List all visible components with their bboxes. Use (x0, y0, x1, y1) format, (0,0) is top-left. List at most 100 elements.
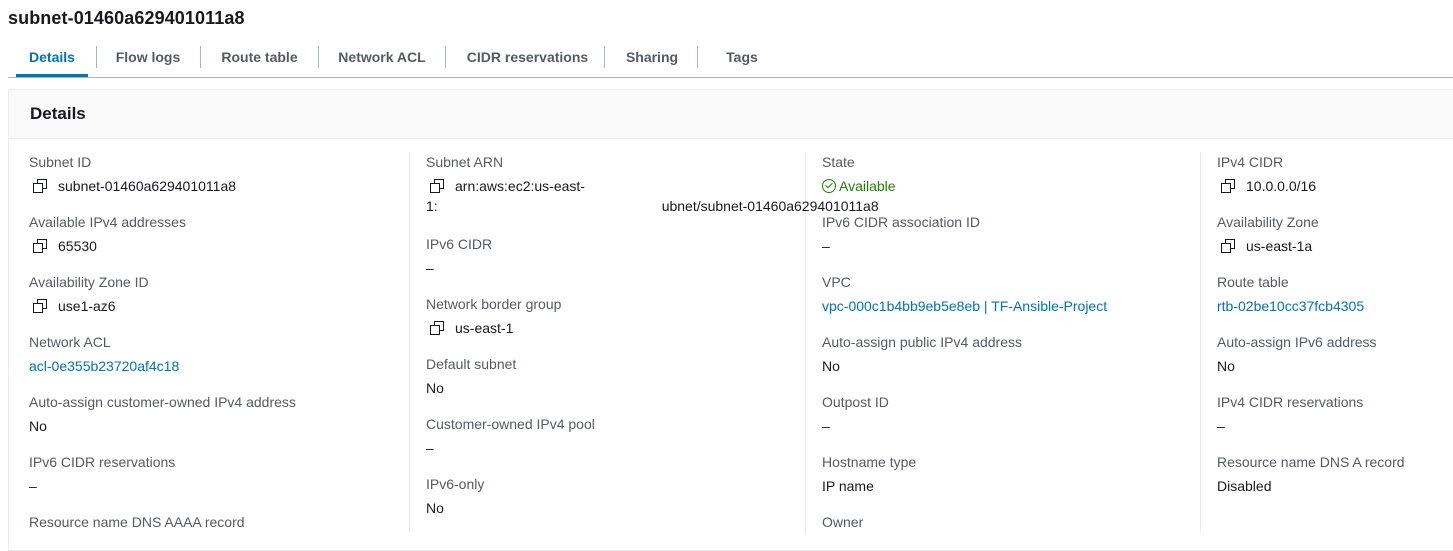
field-outpost-id: Outpost ID – (822, 394, 1202, 436)
field-label: Outpost ID (822, 394, 889, 410)
check-circle-icon (822, 179, 836, 193)
field-value: arn:aws:ec2:us-east- 1: ubnet/subnet-0146… (426, 176, 879, 216)
field-az: Availability Zone us-east-1a (1217, 214, 1453, 256)
field-label: IPv6 CIDR association ID (822, 214, 980, 230)
field-value: No (426, 380, 444, 396)
field-value: – (1217, 418, 1225, 434)
tab-network-acl[interactable]: Network ACL (327, 40, 437, 74)
network-acl-link[interactable]: acl-0e355b23720af4c18 (29, 356, 409, 376)
route-table-link[interactable]: rtb-02be10cc37fcb4305 (1217, 296, 1453, 316)
copy-icon[interactable] (430, 179, 444, 193)
tab-cidr-reservations[interactable]: CIDR reservations (454, 40, 601, 74)
field-subnet-arn: Subnet ARN arn:aws:ec2:us-east- 1: ubnet/… (426, 154, 879, 216)
az-value: us-east-1a (1246, 238, 1313, 254)
field-value: IP name (822, 478, 874, 494)
field-value: – (426, 260, 434, 276)
tab-separator (445, 46, 446, 68)
field-auto-assign-public-ipv4: Auto-assign public IPv4 address No (822, 334, 1202, 376)
field-hostname-type: Hostname type IP name (822, 454, 1202, 496)
tab-separator (318, 46, 319, 68)
redacted-region (437, 199, 558, 211)
field-label: Subnet ARN (426, 154, 504, 170)
copy-icon[interactable] (33, 239, 47, 253)
field-network-acl: Network ACL acl-0e355b23720af4c18 (29, 334, 409, 376)
subnet-id-value: subnet-01460a629401011a8 (58, 178, 237, 194)
field-auto-assign-customer-ipv4: Auto-assign customer-owned IPv4 address … (29, 394, 409, 436)
field-ipv6-cidr: IPv6 CIDR – (426, 236, 806, 278)
details-panel-header: Details (9, 90, 1453, 139)
field-dns-a: Resource name DNS A record Disabled (1217, 454, 1453, 496)
field-label: IPv4 CIDR (1217, 154, 1284, 170)
field-value: use1-az6 (29, 296, 409, 316)
available-ipv4-value: 65530 (58, 238, 97, 254)
field-label: Network border group (426, 296, 562, 312)
field-label: Auto-assign public IPv4 address (822, 334, 1022, 350)
field-ipv4-cidr-reservations: IPv4 CIDR reservations – (1217, 394, 1453, 436)
tab-bar: Details Flow logs Route table Network AC… (8, 40, 1453, 78)
field-label: Availability Zone ID (29, 274, 149, 290)
field-label: IPv4 CIDR reservations (1217, 394, 1364, 410)
field-value: subnet-01460a629401011a8 (29, 176, 409, 196)
field-label: Auto-assign customer-owned IPv4 address (29, 394, 296, 410)
field-state: State Available (822, 154, 1202, 196)
field-label: State (822, 154, 855, 170)
field-auto-assign-ipv6: Auto-assign IPv6 address No (1217, 334, 1453, 376)
page-title: subnet-01460a629401011a8 (8, 8, 245, 28)
field-value: No (1217, 358, 1235, 374)
field-subnet-id: Subnet ID subnet-01460a629401011a8 (29, 154, 409, 196)
field-az-id: Availability Zone ID use1-az6 (29, 274, 409, 316)
network-border-group-value: us-east-1 (455, 320, 514, 336)
field-label: Subnet ID (29, 154, 92, 170)
field-label: Route table (1217, 274, 1289, 290)
copy-icon[interactable] (33, 299, 47, 313)
field-value: – (822, 238, 830, 254)
field-label: IPv6 CIDR (426, 236, 493, 252)
field-available-ipv4: Available IPv4 addresses 65530 (29, 214, 409, 256)
field-value: 65530 (29, 236, 409, 256)
copy-icon[interactable] (33, 179, 47, 193)
state-value: Available (839, 178, 896, 194)
field-customer-ipv4-pool: Customer-owned IPv4 pool – (426, 416, 806, 458)
field-label: Available IPv4 addresses (29, 214, 186, 230)
field-ipv4-cidr: IPv4 CIDR 10.0.0.0/16 (1217, 154, 1453, 196)
field-label: Resource name DNS AAAA record (29, 514, 245, 530)
field-ipv6-assoc-id: IPv6 CIDR association ID – (822, 214, 1202, 256)
field-dns-aaaa: Resource name DNS AAAA record (29, 514, 409, 534)
field-label: Default subnet (426, 356, 517, 372)
field-label: Owner (822, 514, 864, 530)
tab-details[interactable]: Details (16, 40, 88, 77)
field-value: No (822, 358, 840, 374)
field-owner: Owner (822, 514, 1202, 534)
field-label: Hostname type (822, 454, 917, 470)
column-divider (409, 152, 410, 532)
az-id-value: use1-az6 (58, 298, 116, 314)
tab-sharing[interactable]: Sharing (613, 40, 691, 74)
field-value: – (822, 418, 830, 434)
copy-icon[interactable] (1221, 179, 1235, 193)
field-value: us-east-1a (1217, 236, 1453, 256)
field-vpc: VPC vpc-000c1b4bb9eb5e8eb | TF-Ansible-P… (822, 274, 1202, 316)
tab-separator (200, 46, 201, 68)
field-network-border-group: Network border group us-east-1 (426, 296, 806, 338)
tab-separator (96, 46, 97, 68)
field-value: Available (822, 176, 1202, 196)
field-value: – (426, 440, 434, 456)
field-value: us-east-1 (426, 318, 806, 338)
field-value: – (29, 478, 37, 494)
field-label: Auto-assign IPv6 address (1217, 334, 1377, 350)
tab-route-table[interactable]: Route table (209, 40, 310, 74)
tab-separator (697, 46, 698, 68)
field-value: Disabled (1217, 478, 1272, 494)
field-label: Customer-owned IPv4 pool (426, 416, 595, 432)
field-value: 10.0.0.0/16 (1217, 176, 1453, 196)
field-label: IPv6 CIDR reservations (29, 454, 176, 470)
field-label: VPC (822, 274, 851, 290)
tab-flow-logs[interactable]: Flow logs (105, 40, 191, 74)
copy-icon[interactable] (1221, 239, 1235, 253)
tab-tags[interactable]: Tags (706, 40, 778, 74)
field-route-table: Route table rtb-02be10cc37fcb4305 (1217, 274, 1453, 316)
copy-icon[interactable] (430, 321, 444, 335)
vpc-link[interactable]: vpc-000c1b4bb9eb5e8eb | TF-Ansible-Proje… (822, 296, 1202, 316)
subnet-arn-value-line1: arn:aws:ec2:us-east- (455, 178, 585, 194)
field-ipv6-cidr-reservations: IPv6 CIDR reservations – (29, 454, 409, 496)
